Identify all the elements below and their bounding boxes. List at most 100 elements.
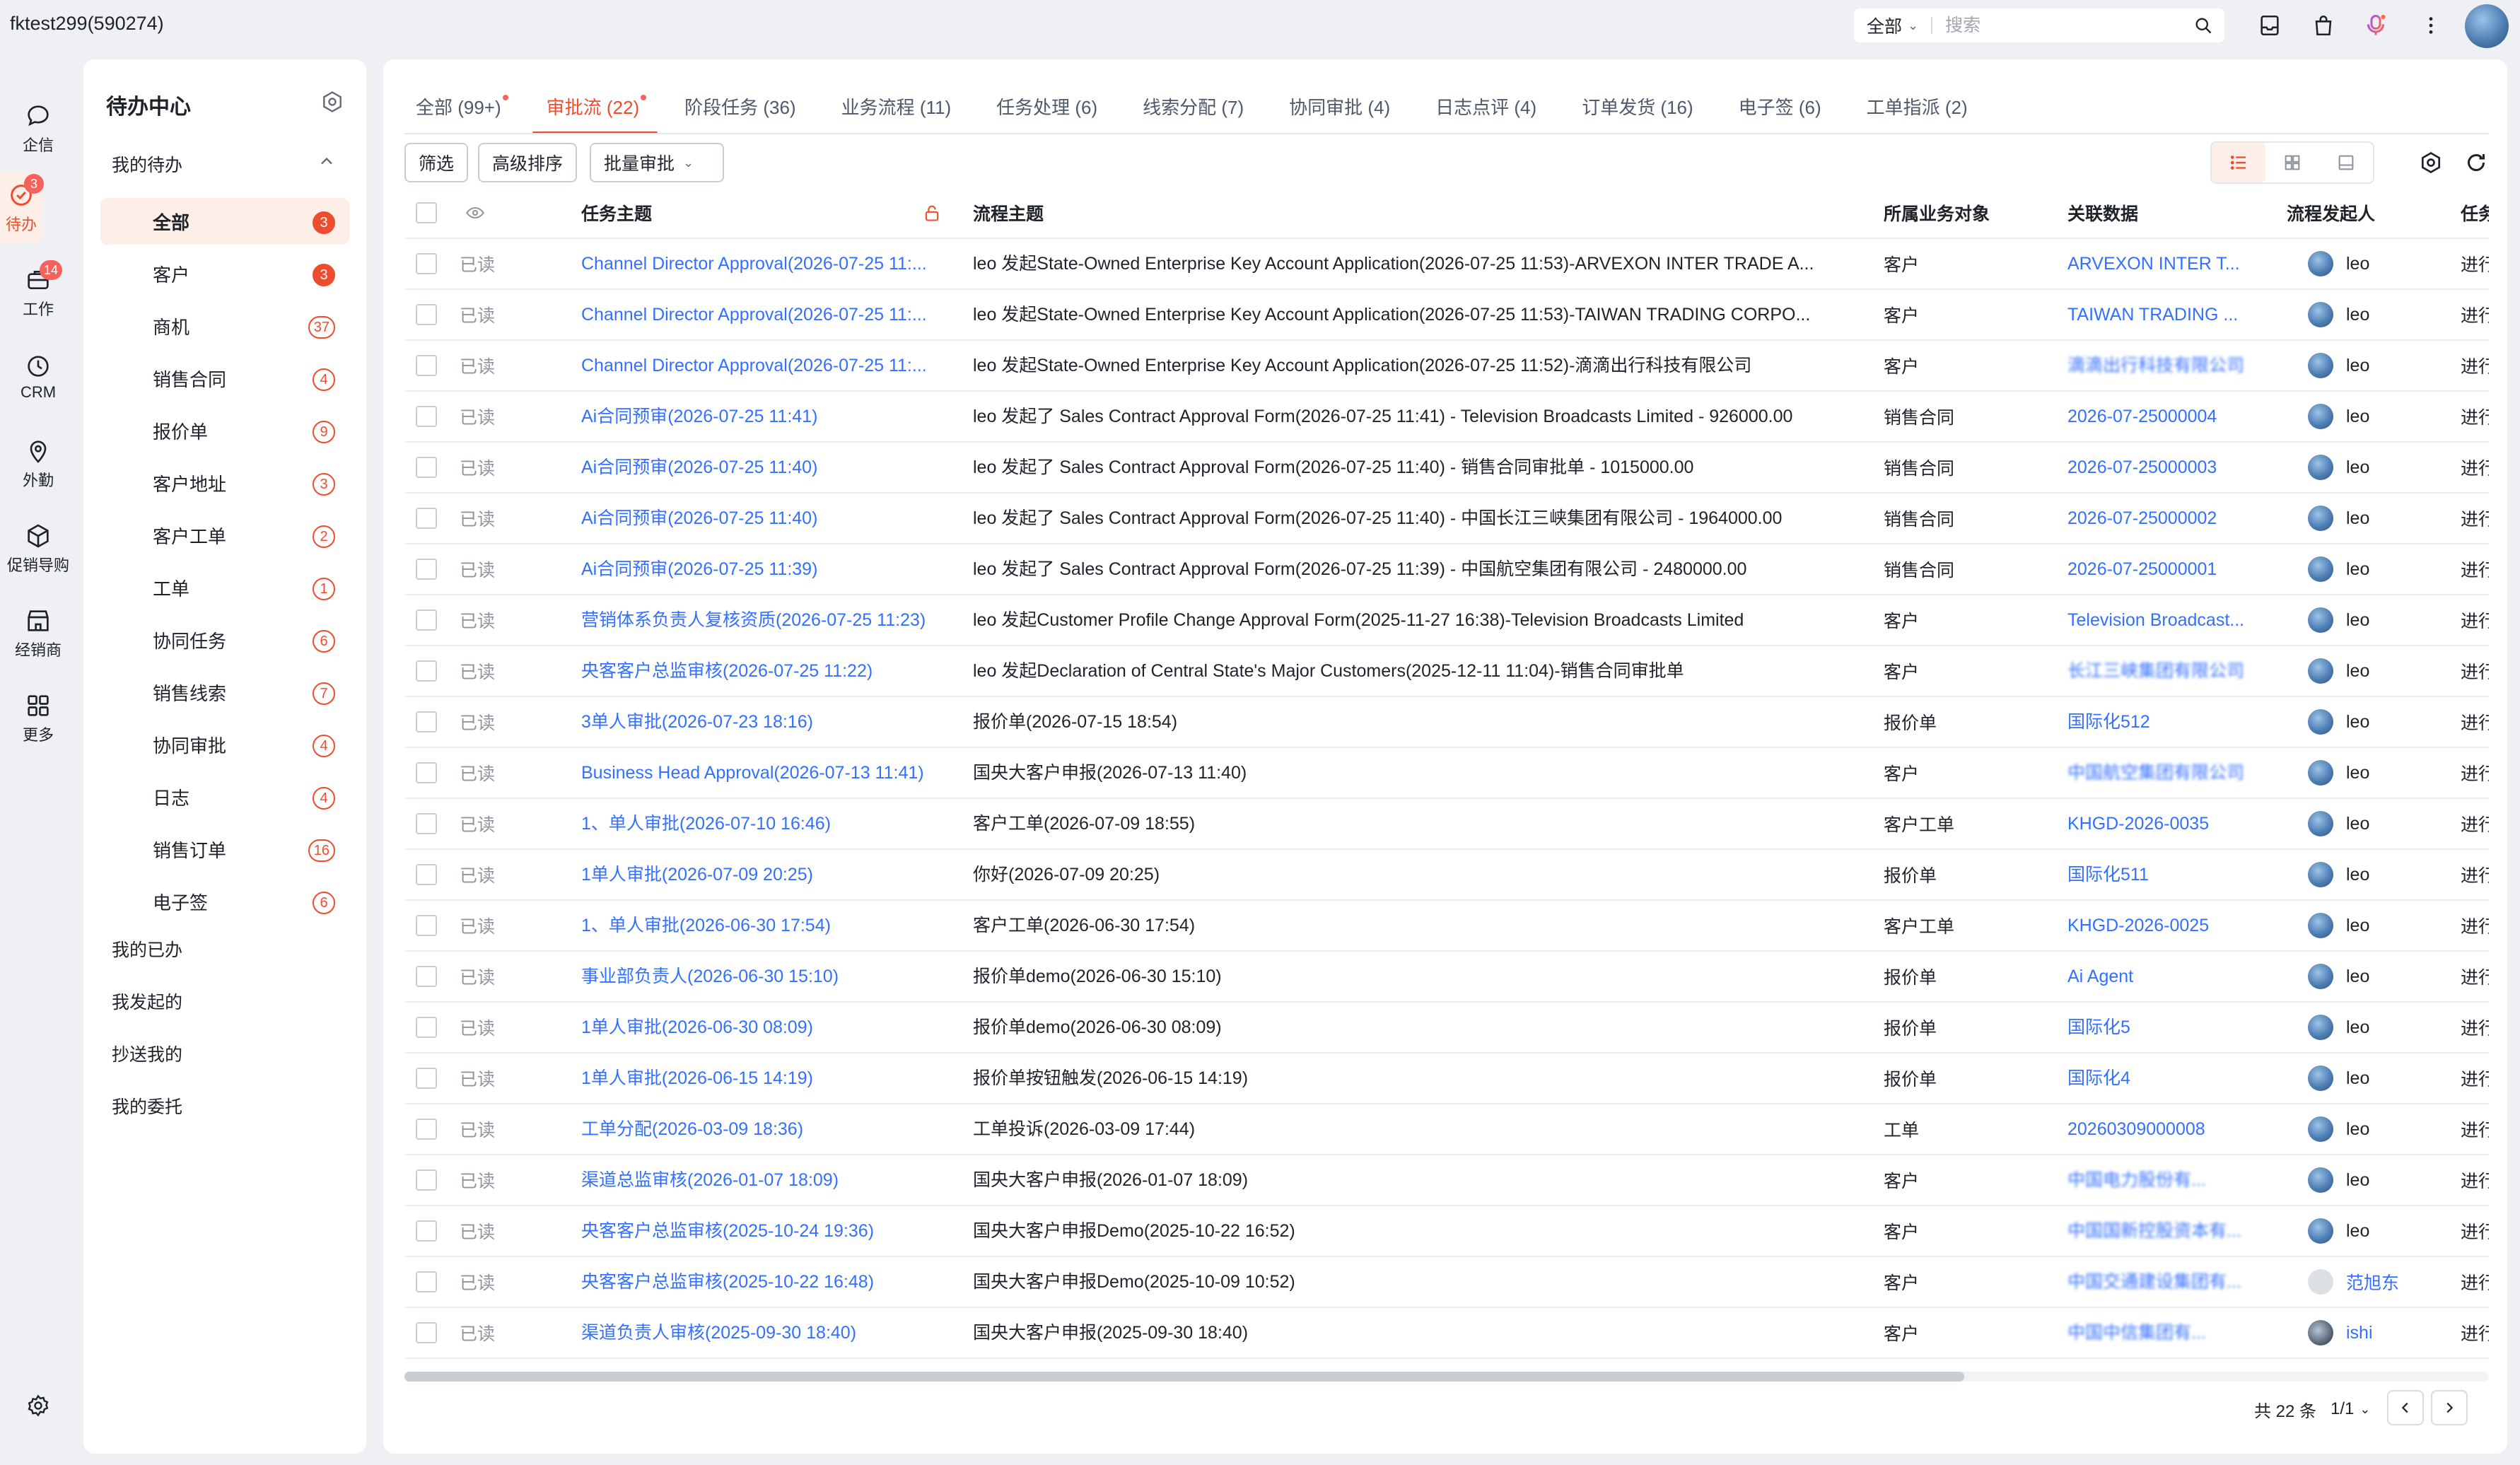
search-input[interactable] xyxy=(1945,15,2179,36)
task-subject-link[interactable]: 3单人审批(2026-07-23 18:16) xyxy=(581,697,963,747)
related-data-link[interactable]: 国际化511 xyxy=(2067,850,2265,899)
related-data-link[interactable]: 国际化512 xyxy=(2067,697,2265,747)
related-data-link[interactable]: ARVEXON INTER T... xyxy=(2067,239,2265,288)
list-view-button[interactable] xyxy=(2212,143,2265,182)
row-checkbox[interactable] xyxy=(416,1308,437,1358)
row-checkbox[interactable] xyxy=(416,341,437,390)
row-checkbox[interactable] xyxy=(416,595,437,645)
table-row[interactable]: 已读 事业部负责人(2026-06-30 15:10) 报价单demo(2026-0… xyxy=(404,952,2489,1003)
menu-item[interactable]: 电子签 6 xyxy=(100,878,349,925)
tab[interactable]: 协同审批 (4) xyxy=(1289,93,1390,134)
table-row[interactable]: 已读 1、单人审批(2026-07-10 16:46) 客户工单(2026-07-0… xyxy=(404,799,2489,850)
more-vertical-icon[interactable] xyxy=(2418,13,2444,38)
col-task-subject[interactable]: 任务主题 xyxy=(581,188,652,238)
menu-item[interactable]: 工单 1 xyxy=(100,564,349,611)
tab[interactable]: 线索分配 (7) xyxy=(1143,93,1244,134)
scrollbar-thumb[interactable] xyxy=(404,1372,1964,1382)
related-data-link[interactable]: TAIWAN TRADING ... xyxy=(2067,290,2265,339)
task-subject-link[interactable]: 渠道负责人审核(2025-09-30 18:40) xyxy=(581,1308,963,1358)
task-subject-link[interactable]: Ai合同预审(2026-07-25 11:40) xyxy=(581,443,963,492)
table-row[interactable]: 已读 Ai合同预审(2026-07-25 11:41) leo 发起了 Sales … xyxy=(404,392,2489,443)
select-all-checkbox[interactable] xyxy=(416,188,437,238)
col-related-data[interactable]: 关联数据 xyxy=(2067,188,2138,238)
rail-item-field[interactable]: 外勤 xyxy=(0,437,76,491)
initiator[interactable]: leo xyxy=(2308,341,2369,390)
rail-item-crm[interactable]: CRM xyxy=(0,352,76,402)
horizontal-scrollbar[interactable] xyxy=(404,1372,2489,1382)
task-subject-link[interactable]: Channel Director Approval(2026-07-25 11:… xyxy=(581,290,963,339)
rail-item-todo[interactable]: 待办 3 xyxy=(0,173,44,243)
initiator[interactable]: leo xyxy=(2308,952,2369,1001)
card-view-button[interactable] xyxy=(2265,143,2319,182)
row-checkbox[interactable] xyxy=(416,850,437,899)
task-subject-link[interactable]: 1单人审批(2026-06-15 14:19) xyxy=(581,1053,963,1103)
related-data-link[interactable]: 2026-07-25000001 xyxy=(2067,544,2265,594)
table-settings-icon[interactable] xyxy=(2418,150,2444,175)
col-flow-subject[interactable]: 流程主题 xyxy=(973,188,1044,238)
menu-item[interactable]: 客户地址 3 xyxy=(100,460,349,506)
table-row[interactable]: 已读 1单人审批(2026-06-15 14:19) 报价单按钮触发(2026-06… xyxy=(404,1053,2489,1104)
related-data-link[interactable]: 中国交通建设集团有... xyxy=(2067,1257,2265,1307)
menu-item[interactable]: 销售线索 7 xyxy=(100,669,349,716)
table-row[interactable]: 已读 营销体系负责人复核资质(2026-07-25 11:23) leo 发起Cus… xyxy=(404,595,2489,646)
initiator[interactable]: leo xyxy=(2308,901,2369,950)
initiator[interactable]: leo xyxy=(2308,850,2369,899)
tab[interactable]: 审批流 (22) xyxy=(532,93,658,134)
related-data-link[interactable]: 国际化5 xyxy=(2067,1003,2265,1052)
related-data-link[interactable]: 2026-07-25000004 xyxy=(2067,392,2265,441)
table-row[interactable]: 已读 1单人审批(2026-06-30 08:09) 报价单demo(2026-06… xyxy=(404,1003,2489,1053)
related-data-link[interactable]: 中国电力股份有... xyxy=(2067,1155,2265,1205)
task-subject-link[interactable]: 1单人审批(2026-06-30 08:09) xyxy=(581,1003,963,1052)
initiator[interactable]: leo xyxy=(2308,799,2369,848)
initiator[interactable]: leo xyxy=(2308,748,2369,798)
task-subject-link[interactable]: 央客客户总监审核(2025-10-24 19:36) xyxy=(581,1206,963,1256)
row-checkbox[interactable] xyxy=(416,799,437,848)
table-row[interactable]: 已读 3单人审批(2026-07-23 18:16) 报价单(2026-07-15 … xyxy=(404,697,2489,748)
next-page-button[interactable] xyxy=(2431,1390,2468,1425)
menu-link-cc[interactable]: 抄送我的 xyxy=(112,1041,182,1066)
initiator[interactable]: ishi xyxy=(2308,1308,2373,1358)
menu-settings-icon[interactable] xyxy=(320,89,345,115)
tab[interactable]: 业务流程 (11) xyxy=(841,93,952,134)
table-row[interactable]: 已读 Ai合同预审(2026-07-25 11:40) leo 发起了 Sales … xyxy=(404,494,2489,544)
row-checkbox[interactable] xyxy=(416,544,437,594)
menu-item[interactable]: 全部 3 xyxy=(100,198,349,245)
row-checkbox[interactable] xyxy=(416,239,437,288)
table-row[interactable]: 已读 1单人审批(2026-07-09 20:25) 你好(2026-07-09 2… xyxy=(404,850,2489,901)
initiator[interactable]: leo xyxy=(2308,1155,2369,1205)
table-row[interactable]: 已读 央客客户总监审核(2025-10-22 16:48) 国央大客户申报Demo(… xyxy=(404,1257,2489,1308)
table-row[interactable]: 已读 Channel Director Approval(2026-07-25 1… xyxy=(404,341,2489,392)
row-checkbox[interactable] xyxy=(416,1206,437,1256)
row-checkbox[interactable] xyxy=(416,1003,437,1052)
related-data-link[interactable]: Ai Agent xyxy=(2067,952,2265,1001)
user-avatar[interactable] xyxy=(2465,4,2509,48)
lock-icon[interactable] xyxy=(922,188,942,238)
search-box[interactable]: 全部 ⌄ xyxy=(1854,8,2224,42)
task-subject-link[interactable]: Channel Director Approval(2026-07-25 11:… xyxy=(581,239,963,288)
settings-gear-icon[interactable] xyxy=(25,1393,51,1418)
menu-link-done[interactable]: 我的已办 xyxy=(112,936,182,962)
row-checkbox[interactable] xyxy=(416,494,437,543)
pager-page-select[interactable]: 1/1 ⌄ xyxy=(2331,1390,2370,1428)
split-view-button[interactable] xyxy=(2319,143,2373,182)
task-subject-link[interactable]: 渠道总监审核(2026-01-07 18:09) xyxy=(581,1155,963,1205)
related-data-link[interactable]: 中国航空集团有限公司 xyxy=(2067,748,2265,798)
related-data-link[interactable]: KHGD-2026-0025 xyxy=(2067,901,2265,950)
advanced-sort-button[interactable]: 高级排序 xyxy=(478,143,578,182)
refresh-icon[interactable] xyxy=(2463,150,2489,175)
related-data-link[interactable]: 中国国新控股资本有... xyxy=(2067,1206,2265,1256)
related-data-link[interactable]: 国际化4 xyxy=(2067,1053,2265,1103)
task-subject-link[interactable]: 事业部负责人(2026-06-30 15:10) xyxy=(581,952,963,1001)
menu-item[interactable]: 销售合同 4 xyxy=(100,355,349,402)
col-initiator[interactable]: 流程发起人 xyxy=(2287,188,2375,238)
table-row[interactable]: 已读 渠道负责人审核(2025-09-30 18:40) 国央大客户申报(2025-… xyxy=(404,1308,2489,1359)
initiator[interactable]: leo xyxy=(2308,544,2369,594)
task-subject-link[interactable]: Business Head Approval(2026-07-13 11:41) xyxy=(581,748,963,798)
task-subject-link[interactable]: Ai合同预审(2026-07-25 11:41) xyxy=(581,392,963,441)
related-data-link[interactable]: 滴滴出行科技有限公司 xyxy=(2067,341,2265,390)
task-subject-link[interactable]: Channel Director Approval(2026-07-25 11:… xyxy=(581,341,963,390)
task-subject-link[interactable]: Ai合同预审(2026-07-25 11:39) xyxy=(581,544,963,594)
table-row[interactable]: 已读 Ai合同预审(2026-07-25 11:39) leo 发起了 Sales … xyxy=(404,544,2489,595)
chevron-up-icon[interactable] xyxy=(317,151,337,171)
related-data-link[interactable]: 中国中信集团有... xyxy=(2067,1308,2265,1358)
